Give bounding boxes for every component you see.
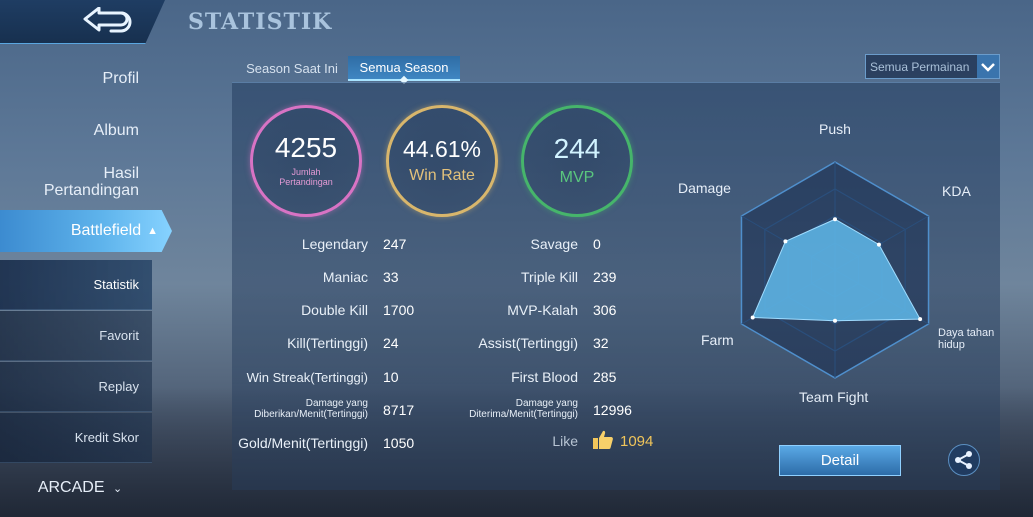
top-bar: STATISTIK	[0, 0, 1033, 44]
stat-value-legendary: 247	[383, 236, 407, 252]
mvp-summary: 244 MVP	[521, 105, 633, 217]
stat-value-mvp-kalah: 306	[593, 302, 617, 318]
stat-label-triple-kill: Triple Kill	[520, 269, 578, 285]
sidebar-subitem-statistik[interactable]: Statistik	[0, 260, 152, 310]
like-label: Like	[552, 433, 578, 449]
radar-point-0	[833, 217, 837, 222]
radar-label-farm: Farm	[701, 332, 734, 348]
stat-value-double-kill: 1700	[383, 302, 415, 318]
radar-point-4	[750, 315, 755, 320]
stat-value-damage-diterima: 12996	[593, 402, 632, 418]
sidebar-item-label: Battlefield	[70, 222, 142, 239]
share-icon	[955, 451, 972, 469]
sidebar-item-hasil-pertandingan[interactable]: Hasil Pertandingan	[0, 165, 152, 199]
matches-summary: 4255 Jumlah Pertandingan	[250, 105, 362, 217]
stat-value-triple-kill: 239	[593, 269, 617, 285]
tab-season-saat-ini[interactable]: Season Saat Ini	[236, 56, 348, 81]
stat-label-legendary: Legendary	[301, 236, 368, 252]
sidebar-item-label: ARCADE	[37, 479, 105, 496]
radar-point-5	[783, 239, 788, 244]
stat-value-assist-tertinggi: 32	[593, 335, 609, 351]
stat-label-mvp-kalah: MVP-Kalah	[507, 302, 578, 318]
mvp-label: MVP	[559, 169, 595, 186]
back-button[interactable]	[78, 6, 140, 38]
winrate-value: 44.61%	[402, 135, 481, 162]
radar-label-push: Push	[819, 121, 851, 137]
sidebar-item-profil[interactable]: Profil	[0, 70, 152, 88]
mode-filter-select[interactable]: Semua Permainan	[865, 54, 1000, 79]
radar-chart	[740, 161, 930, 379]
chevron-up-icon: ▲	[147, 225, 158, 237]
stat-value-savage: 0	[593, 236, 601, 252]
matches-count: 4255	[274, 132, 338, 164]
winrate-summary: 44.61% Win Rate	[386, 105, 498, 217]
tab-semua-season[interactable]: Semua Season	[348, 56, 460, 81]
sidebar-subitem-replay[interactable]: Replay	[0, 362, 152, 412]
share-button[interactable]	[948, 444, 980, 476]
sidebar-item-arcade[interactable]: ARCADE ⌄	[0, 479, 160, 497]
stat-value-damage-diberikan: 8717	[383, 402, 415, 418]
stat-label-savage: Savage	[530, 236, 578, 252]
back-arrow-icon	[83, 7, 132, 33]
stat-label-damage-diterima: Damage yang Diterima/Menit(Tertinggi)	[469, 398, 578, 420]
stat-value-first-blood: 285	[593, 369, 617, 385]
like-count: 1094	[620, 433, 654, 450]
radar-label-kda: KDA	[942, 183, 971, 199]
winrate-label: Win Rate	[409, 166, 475, 184]
stat-value-gold-menit: 1050	[383, 435, 415, 451]
thumbs-up-icon[interactable]	[592, 429, 614, 451]
radar-point-2	[918, 317, 923, 322]
radar-label-damage: Damage	[678, 180, 731, 196]
stat-label-damage-diberikan: Damage yang Diberikan/Menit(Tertinggi)	[254, 398, 368, 420]
stat-value-win-streak: 10	[383, 369, 399, 385]
mvp-count: 244	[553, 133, 601, 164]
chevron-down-icon: ⌄	[112, 483, 123, 495]
back-button-area	[0, 0, 165, 44]
stat-label-kill-tertinggi: Kill(Tertinggi)	[287, 335, 368, 351]
matches-label: Jumlah Pertandingan	[279, 167, 333, 187]
stat-label-first-blood: First Blood	[511, 369, 578, 385]
mode-filter-value: Semua Permainan	[870, 59, 970, 74]
sidebar-item-album[interactable]: Album	[0, 122, 152, 140]
detail-button[interactable]: Detail	[779, 445, 901, 476]
sidebar-item-battlefield[interactable]: Battlefield ▲	[0, 210, 172, 252]
stat-label-win-streak: Win Streak(Tertinggi)	[246, 370, 368, 385]
radar-label-team-fight: Team Fight	[799, 389, 869, 405]
radar-label-daya-tahan-hidup: Daya tahan hidup	[938, 327, 995, 351]
chevron-down-icon	[977, 55, 999, 78]
stat-label-double-kill: Double Kill	[301, 302, 368, 318]
stat-label-maniac: Maniac	[322, 269, 368, 285]
sidebar-subitem-kredit-skor[interactable]: Kredit Skor	[0, 413, 152, 463]
page-title: STATISTIK	[188, 9, 333, 35]
stat-value-maniac: 33	[383, 269, 399, 285]
sidebar-subitem-favorit[interactable]: Favorit	[0, 311, 152, 361]
stat-label-gold-menit: Gold/Menit(Tertinggi)	[238, 435, 368, 451]
stat-value-kill-tertinggi: 24	[383, 335, 399, 351]
stat-label-assist-tertinggi: Assist(Tertinggi)	[478, 335, 578, 351]
radar-point-3	[833, 318, 837, 323]
radar-point-1	[876, 242, 881, 247]
